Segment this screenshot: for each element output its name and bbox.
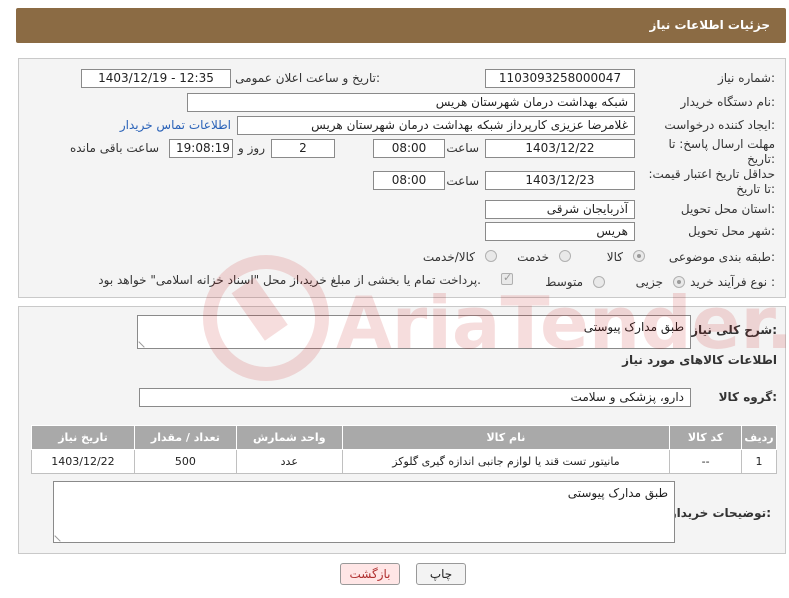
buyer-notes-text: طبق مدارک پیوستی bbox=[567, 486, 668, 500]
days-label: روز و bbox=[238, 141, 265, 155]
announce-datetime-label: تاریخ و ساعت اعلان عمومی: bbox=[235, 71, 380, 85]
reply-time-field[interactable]: 08:00 bbox=[373, 139, 445, 158]
buyer-contact-link[interactable]: اطلاعات تماس خریدار bbox=[120, 118, 231, 132]
purchase-radio-minor[interactable] bbox=[673, 276, 685, 288]
category-radio-service[interactable] bbox=[559, 250, 571, 262]
remaining-time-label: ساعت باقی مانده bbox=[69, 141, 159, 155]
resize-handle-icon[interactable] bbox=[54, 530, 66, 542]
resize-handle-icon[interactable] bbox=[138, 336, 150, 348]
cell-unit: عدد bbox=[235, 449, 343, 474]
province-field[interactable]: آذربایجان شرقی bbox=[485, 200, 635, 219]
goods-table: ردیف کد کالا نام کالا واحد شمارش تعداد /… bbox=[31, 425, 777, 474]
col-header-goods-code: کد کالا bbox=[669, 425, 743, 450]
summary-field[interactable]: طبق مدارک پیوستی bbox=[137, 315, 691, 349]
buyer-notes-label: توضیحات خریدار: bbox=[669, 506, 771, 520]
purchase-option-medium: متوسط bbox=[545, 275, 583, 289]
page-title: جزئیات اطلاعات نیاز bbox=[649, 18, 770, 32]
need-details-panel: شرح کلی نیاز: طبق مدارک پیوستی اطلاعات ک… bbox=[18, 306, 786, 554]
need-info-panel: شماره نیاز: 1103093258000047 تاریخ و ساع… bbox=[18, 58, 786, 298]
validity-date-field[interactable]: 1403/12/23 bbox=[485, 171, 635, 190]
need-number-field[interactable]: 1103093258000047 bbox=[485, 69, 635, 88]
city-label: شهر محل تحویل: bbox=[688, 224, 775, 238]
summary-text: طبق مدارک پیوستی bbox=[583, 320, 684, 334]
category-radio-goods[interactable] bbox=[633, 250, 645, 262]
back-button[interactable]: بازگشت bbox=[340, 563, 400, 585]
validity-label: حداقل تاریخ اعتبار قیمت: تا تاریخ: bbox=[648, 167, 775, 196]
reply-time-label: ساعت bbox=[446, 141, 479, 155]
page-header: جزئیات اطلاعات نیاز bbox=[16, 8, 786, 43]
validity-time-label: ساعت bbox=[446, 174, 479, 188]
cell-quantity: 500 bbox=[133, 449, 237, 474]
cell-goods-code: -- bbox=[669, 449, 743, 474]
category-option-goods: کالا bbox=[606, 250, 623, 264]
buyer-org-field[interactable]: شبکه بهداشت درمان شهرستان هریس bbox=[187, 93, 635, 112]
col-header-unit: واحد شمارش bbox=[235, 425, 343, 450]
table-row[interactable]: 1 -- مانیتور تست قند یا لوازم جانبی اندا… bbox=[31, 449, 777, 474]
treasury-payment-checkbox[interactable] bbox=[501, 271, 513, 285]
goods-table-header-row: ردیف کد کالا نام کالا واحد شمارش تعداد /… bbox=[31, 425, 777, 450]
category-label: طبقه بندی موضوعی: bbox=[668, 250, 775, 264]
cell-row-number: 1 bbox=[741, 449, 777, 474]
reply-deadline-label: مهلت ارسال پاسخ: تا تاریخ: bbox=[668, 137, 775, 166]
goods-group-label: گروه کالا: bbox=[718, 390, 777, 404]
buyer-org-label: نام دستگاه خریدار: bbox=[680, 95, 776, 109]
buyer-notes-field[interactable]: طبق مدارک پیوستی bbox=[53, 481, 675, 543]
goods-info-title: اطلاعات کالاهای مورد نیاز bbox=[622, 353, 777, 367]
creator-label: ایجاد کننده درخواست: bbox=[664, 118, 775, 132]
creator-field[interactable]: غلامرضا عزیزی کارپرداز شبکه بهداشت درمان… bbox=[237, 116, 635, 135]
remaining-time-field[interactable]: 19:08:19 bbox=[169, 139, 233, 158]
need-number-label: شماره نیاز: bbox=[717, 71, 775, 85]
col-header-goods-name: نام کالا bbox=[341, 425, 671, 450]
goods-group-field[interactable]: دارو، پزشکی و سلامت bbox=[139, 388, 691, 407]
print-button[interactable]: چاپ bbox=[416, 563, 466, 585]
cell-goods-name: مانیتور تست قند یا لوازم جانبی اندازه گی… bbox=[341, 449, 671, 474]
summary-label: شرح کلی نیاز: bbox=[691, 323, 777, 337]
remaining-days-field[interactable]: 2 bbox=[271, 139, 335, 158]
purchase-radio-medium[interactable] bbox=[593, 276, 605, 288]
validity-time-field[interactable]: 08:00 bbox=[373, 171, 445, 190]
category-option-service: خدمت bbox=[517, 250, 549, 264]
announce-datetime-field[interactable]: 1403/12/19 - 12:35 bbox=[81, 69, 231, 88]
treasury-payment-note: پرداخت تمام یا بخشی از مبلغ خرید،از محل … bbox=[98, 273, 481, 287]
province-label: استان محل تحویل: bbox=[680, 202, 775, 216]
purchase-type-label: نوع فرآیند خرید : bbox=[690, 275, 775, 289]
category-option-goods-service: کالا/خدمت bbox=[422, 250, 475, 264]
col-header-need-date: تاریخ نیاز bbox=[31, 425, 135, 450]
col-header-quantity: تعداد / مقدار bbox=[133, 425, 237, 450]
category-radio-goods-service[interactable] bbox=[485, 250, 497, 262]
col-header-row-number: ردیف bbox=[741, 425, 777, 450]
purchase-option-minor: جزیی bbox=[635, 275, 663, 289]
cell-need-date: 1403/12/22 bbox=[31, 449, 135, 474]
city-field[interactable]: هریس bbox=[485, 222, 635, 241]
reply-date-field[interactable]: 1403/12/22 bbox=[485, 139, 635, 158]
